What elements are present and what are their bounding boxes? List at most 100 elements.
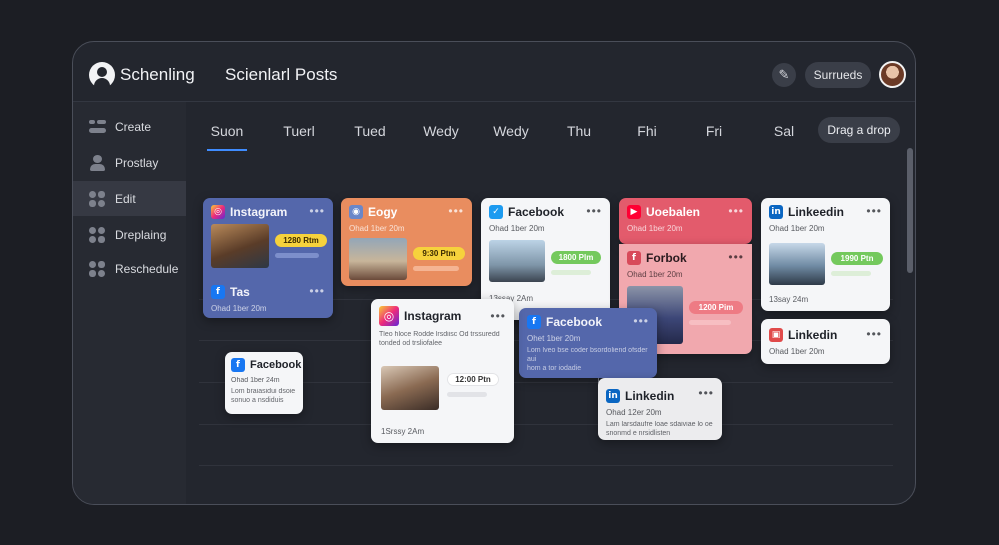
more-options-icon[interactable]: ••• [309,204,325,218]
sidebar-item-label: Create [115,119,152,134]
card-meta: Ohad 1ber 20m [627,224,683,233]
card-meta: Ohad 1ber 20m [349,224,405,233]
day-header[interactable]: Fhi [617,123,677,139]
card-meta: Ohad 1ber 20m [769,224,825,233]
card-meta: Ohad 1ber 20m [769,347,825,356]
scrollbar[interactable] [907,148,913,273]
edit-grid-icon [89,190,106,207]
day-header[interactable]: Sal [754,123,814,139]
post-card-linkedin-dragging[interactable]: in Linkedin ••• Ohad 12er 20m Lam larsdau… [598,378,722,440]
sidebar-item-prostlay[interactable]: Prostlay [73,145,186,180]
header: Schenling Scienlarl Posts ✎ Surrueds [73,42,915,102]
card-title: Linkedin [788,328,838,342]
post-card-instagram[interactable]: ◎ Instagram ••• 1280 Rtm f Tas ••• Ohad 1b… [203,198,333,318]
sidebar-item-label: Edit [115,191,136,206]
user-icon [89,154,106,171]
card-meta: Ohad 12er 20m [606,408,662,417]
card-title: Facebook [250,359,302,371]
more-options-icon[interactable]: ••• [586,204,602,218]
more-options-icon[interactable]: ••• [309,284,325,298]
more-options-icon[interactable]: ••• [866,327,882,341]
linkedin-icon: in [606,389,620,403]
sidebar-item-dreplaing[interactable]: Dreplaing [73,217,186,252]
post-card-linkedin[interactable]: in Linkeedin ••• Ohad 1ber 20m 1990 Ptn 1… [761,198,890,311]
facebook-icon: f [627,251,641,265]
grid-line [199,382,893,383]
youtube-icon: ▶ [627,205,641,219]
card-title: Forbok [646,251,687,265]
day-header[interactable]: Wedy [481,123,541,139]
drag-drop-button[interactable]: Drag a drop [818,117,900,143]
card-title: Uoebalen [646,205,701,219]
card-title: Tas [230,285,250,299]
app-window: Schenling Scienlarl Posts ✎ Surrueds Cre… [72,41,916,505]
card-body: Lam larsdaufre loae sdaiviae lo oe snonm… [606,421,713,437]
sidebar-item-reschedule[interactable]: Reschedule [73,251,186,286]
sidebar-item-label: Reschedule [115,261,179,276]
sidebar-item-create[interactable]: Create [73,109,186,144]
post-card-facebook-2[interactable]: f Facebook Ohad 1ber 24m Lom braiasidui d… [225,352,303,414]
card-footer: 1Srssy 2Am [381,427,425,436]
app-icon: ◉ [349,205,363,219]
card-meta: Ohad 1ber 20m [211,304,267,313]
card-title: Instagram [404,309,462,323]
post-thumbnail [381,366,439,410]
facebook-icon: f [231,358,245,372]
card-meta: Ohad 1ber 20m [627,270,683,279]
card-meta: Ohet 1ber 20m [527,334,581,343]
card-body: Tleo hloce Rodde lrsdiisc Od trssuredd t… [379,331,500,347]
time-pill: 12:00 Ptn [447,373,499,386]
twitter-icon: ✓ [489,205,503,219]
card-title: Facebook [508,205,565,219]
more-options-icon[interactable]: ••• [448,204,464,218]
card-body: Lom braiasidui dsoie sonuo a nsdiduis [231,388,296,404]
day-header[interactable]: Tued [340,123,400,139]
instagram-icon: ◎ [379,306,399,326]
linkedin-alert-icon: ▣ [769,328,783,342]
post-card-youtube[interactable]: ▶ Uoebalen ••• Ohad 1ber 20m [619,198,752,244]
facebook-icon: f [211,285,225,299]
day-header[interactable]: Tuerl [269,123,329,139]
header-button[interactable]: Surrueds [805,62,871,88]
more-options-icon[interactable]: ••• [698,386,714,400]
linkedin-icon: in [769,205,783,219]
page-title: Scienlarl Posts [225,65,338,84]
day-header[interactable]: Wedy [411,123,471,139]
time-pill: 1800 Plm [551,251,601,264]
instagram-icon: ◎ [211,205,225,219]
sidebar-item-label: Dreplaing [115,227,167,242]
sidebar-item-edit[interactable]: Edit [73,181,186,216]
post-thumbnail [349,238,407,280]
reschedule-icon [89,260,106,277]
app-logo-icon [89,62,115,88]
post-card-instagram-dragging[interactable]: ◎ Instagram ••• Tleo hloce Rodde lrsdiisc… [371,299,514,443]
sidebar: Create Prostlay Edit Dreplaing Reschedul… [73,102,186,504]
edit-pen-icon[interactable]: ✎ [772,63,796,87]
avatar[interactable] [879,61,906,88]
day-header[interactable]: Suon [197,123,257,151]
card-title: Facebook [546,315,603,329]
card-title: Linkeedin [788,205,845,219]
day-header[interactable]: Fri [684,123,744,139]
calendar-area: Suon Tuerl Tued Wedy Wedy Thu Fhi Fri Sa… [187,102,915,504]
day-header[interactable]: Thu [549,123,609,139]
post-thumbnail [211,224,269,268]
grid-line [199,465,893,466]
more-options-icon[interactable]: ••• [728,204,744,218]
more-options-icon[interactable]: ••• [728,250,744,264]
time-pill: 1200 Pim [689,301,743,314]
more-options-icon[interactable]: ••• [633,314,649,328]
card-body: Lom lveo bse coder bsordoliend ofsder au… [527,347,648,372]
post-card-facebook-dragging[interactable]: f Facebook ••• Ohet 1ber 20m Lom lveo bse… [519,308,657,378]
card-title: Eogy [368,205,398,219]
sidebar-item-label: Prostlay [115,155,159,170]
post-card-linkedin-2[interactable]: ▣ Linkedin ••• Ohad 1ber 20m [761,319,890,364]
card-meta: Ohad 1ber 20m [489,224,545,233]
more-options-icon[interactable]: ••• [866,204,882,218]
time-pill: 1990 Ptn [831,252,883,265]
card-title: Linkedin [625,389,675,403]
grid-line [199,424,893,425]
post-card-eogy[interactable]: ◉ Eogy ••• Ohad 1ber 20m 9:30 Ptm [341,198,472,286]
more-options-icon[interactable]: ••• [490,309,506,323]
app-name: Schenling [120,65,195,84]
